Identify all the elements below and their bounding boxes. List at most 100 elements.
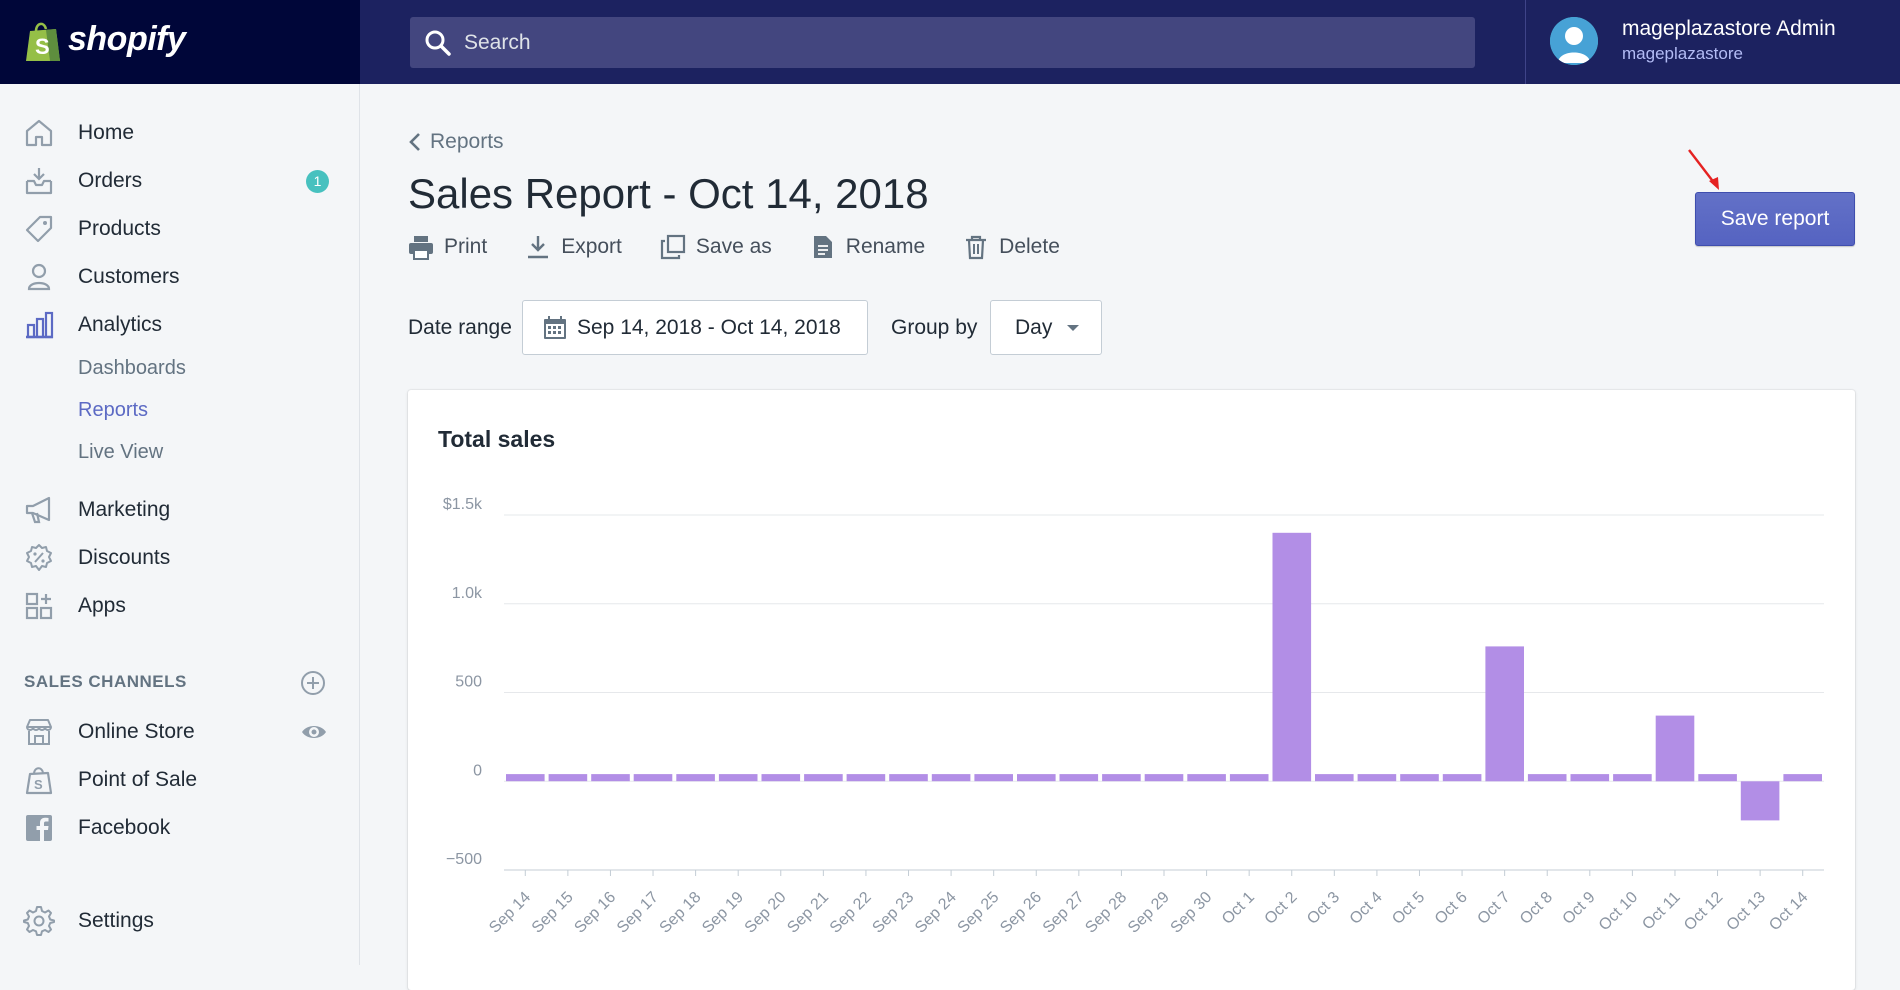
- sidebar-item-label: Facebook: [78, 816, 171, 839]
- rename-button[interactable]: Rename: [810, 234, 925, 260]
- chart-bar[interactable]: [1357, 774, 1397, 782]
- chart-bar[interactable]: [633, 774, 673, 782]
- svg-text:S: S: [34, 777, 43, 792]
- save-as-button[interactable]: Save as: [660, 234, 772, 260]
- chart-bar[interactable]: [1144, 774, 1184, 782]
- sidebar-item-label: Marketing: [78, 498, 171, 521]
- person-icon: [22, 260, 56, 294]
- x-tick-label: Sep 24: [912, 889, 960, 937]
- chart-bar[interactable]: [676, 774, 715, 782]
- search-bar[interactable]: [410, 17, 1475, 68]
- svg-text:S: S: [35, 34, 50, 59]
- sidebar-item-online-store[interactable]: Online Store: [0, 712, 359, 752]
- export-button[interactable]: Export: [525, 234, 622, 260]
- sidebar-item-home[interactable]: Home: [0, 113, 359, 153]
- shopify-bag-icon: S: [26, 22, 60, 61]
- x-tick-label: Sep 19: [699, 889, 747, 937]
- export-label: Export: [561, 235, 622, 258]
- chart-bar[interactable]: [1527, 774, 1567, 782]
- sidebar-item-products[interactable]: Products: [0, 209, 359, 249]
- orders-icon: [22, 164, 56, 198]
- sidebar-item-label: Online Store: [78, 720, 195, 743]
- sidebar-item-label: Orders: [78, 169, 143, 192]
- add-channel-icon[interactable]: [300, 670, 326, 696]
- sidebar-item-customers[interactable]: Customers: [0, 257, 359, 297]
- group-by-select[interactable]: Day: [990, 300, 1102, 355]
- home-icon: [22, 116, 56, 150]
- search-icon: [425, 30, 451, 56]
- user-avatar-icon: [1550, 17, 1598, 65]
- tag-icon: [22, 212, 56, 246]
- eye-icon[interactable]: [300, 718, 328, 746]
- save-report-button[interactable]: Save report: [1695, 192, 1855, 246]
- sidebar-item-label: Settings: [78, 909, 154, 932]
- total-sales-card: Total sales −500 0 500 1.0k $1.5k Sep 14 Sep 1…: [408, 390, 1855, 990]
- sidebar-item-label: Point of Sale: [78, 768, 198, 791]
- chart-bar[interactable]: [804, 774, 843, 782]
- chart-bar[interactable]: [846, 774, 886, 782]
- sidebar-item-facebook[interactable]: Facebook: [0, 808, 359, 848]
- megaphone-icon: [22, 493, 56, 527]
- chart-bar[interactable]: [1400, 774, 1439, 782]
- chart-bar[interactable]: [718, 774, 758, 782]
- sidebar-item-analytics[interactable]: Analytics: [0, 305, 359, 345]
- avatar[interactable]: [1550, 17, 1598, 65]
- sidebar-item-settings[interactable]: Settings: [0, 901, 359, 941]
- trash-icon: [966, 235, 987, 260]
- store-icon: [22, 715, 56, 749]
- user-menu[interactable]: mageplazastore Admin mageplazastore: [1525, 0, 1900, 84]
- print-button[interactable]: Print: [408, 234, 487, 260]
- breadcrumb-back[interactable]: Reports: [408, 130, 504, 154]
- chart-bar[interactable]: [1442, 774, 1482, 782]
- chart-bar[interactable]: [1613, 774, 1652, 782]
- chart-bar[interactable]: [1059, 774, 1099, 782]
- date-range-label: Date range: [408, 316, 512, 339]
- chart-bar[interactable]: [1783, 774, 1822, 782]
- page-title: Sales Report - Oct 14, 2018: [408, 170, 929, 217]
- chart-bar[interactable]: [1655, 715, 1695, 782]
- y-tick-label: 0: [473, 762, 482, 779]
- sidebar-subitem-dashboards[interactable]: Dashboards: [78, 357, 186, 380]
- chart-bar[interactable]: [548, 774, 588, 782]
- chart-bar[interactable]: [1485, 646, 1524, 782]
- chart-bar[interactable]: [591, 774, 630, 782]
- chart-bar[interactable]: [1229, 774, 1269, 782]
- chart-bar[interactable]: [1698, 774, 1737, 782]
- rename-label: Rename: [845, 235, 926, 258]
- chart-bar[interactable]: [1740, 781, 1780, 821]
- user-name: mageplazastore Admin: [1622, 17, 1836, 40]
- download-icon: [528, 236, 549, 259]
- sidebar-subitem-reports[interactable]: Reports: [78, 399, 148, 422]
- chart-bar[interactable]: [931, 774, 971, 782]
- logo-area[interactable]: S shopify: [0, 0, 360, 84]
- sidebar-subitem-live-view[interactable]: Live View: [78, 441, 163, 464]
- x-tick-label: Oct 14: [1766, 889, 1811, 934]
- search-input[interactable]: [462, 29, 1366, 56]
- chart-bar[interactable]: [1570, 774, 1610, 782]
- x-tick-label: Oct 1: [1219, 889, 1258, 928]
- y-tick-label: 500: [455, 674, 482, 691]
- sidebar-item-label: Customers: [78, 265, 180, 288]
- chart-bar[interactable]: [889, 774, 928, 782]
- y-tick-label: −500: [446, 851, 482, 868]
- sidebar-item-orders[interactable]: Orders 1: [0, 161, 359, 201]
- chart-bar[interactable]: [974, 774, 1013, 782]
- x-tick-label: Oct 6: [1432, 889, 1471, 928]
- sidebar-item-marketing[interactable]: Marketing: [0, 490, 359, 530]
- sidebar-item-label: Discounts: [78, 546, 171, 569]
- chart-bar[interactable]: [1315, 774, 1354, 782]
- sidebar-item-point-of-sale[interactable]: S Point of Sale: [0, 760, 359, 800]
- date-range-picker[interactable]: Sep 14, 2018 - Oct 14, 2018: [522, 300, 868, 355]
- sidebar-item-apps[interactable]: Apps: [0, 586, 359, 626]
- delete-button[interactable]: Delete: [963, 234, 1060, 260]
- chart-bar[interactable]: [761, 774, 801, 782]
- x-tick-label: Oct 5: [1389, 889, 1428, 928]
- x-tick-label: Sep 17: [614, 889, 662, 937]
- x-tick-label: Oct 8: [1517, 889, 1556, 928]
- chart-bar[interactable]: [1187, 774, 1226, 782]
- chart-bar[interactable]: [506, 774, 545, 782]
- chart-bar[interactable]: [1272, 532, 1312, 782]
- chart-bar[interactable]: [1102, 774, 1141, 782]
- sidebar-item-discounts[interactable]: Discounts: [0, 538, 359, 578]
- chart-bar[interactable]: [1017, 774, 1056, 782]
